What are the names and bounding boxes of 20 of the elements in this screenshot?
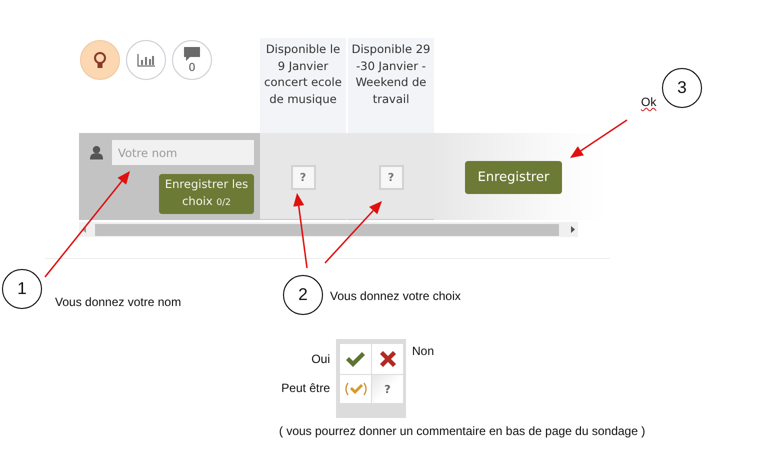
step-caption: Vous donnez votre nom bbox=[55, 295, 182, 309]
unknown-mark: ? bbox=[372, 375, 403, 403]
step-number: 1 bbox=[2, 269, 42, 309]
legend-label: Peut être bbox=[281, 381, 330, 395]
choice-button[interactable]: ? bbox=[290, 165, 316, 190]
legend-label: Oui bbox=[311, 352, 330, 366]
comment-count: 0 bbox=[188, 60, 196, 74]
step-caption: Vous donnez votre choix bbox=[330, 289, 461, 303]
column-label: Disponible 29 -30 Janvier - Weekend de travail bbox=[350, 41, 432, 108]
step-caption: Ok bbox=[641, 95, 656, 109]
comments-button[interactable]: 0 bbox=[172, 40, 212, 80]
choice-button[interactable]: ? bbox=[378, 165, 404, 190]
legend-note: ( vous pourrez donner un commentaire en bas de page du sondage ) bbox=[279, 424, 646, 438]
save-choices-button[interactable]: Enregistrer les choix 0/2 bbox=[159, 174, 254, 214]
name-field[interactable]: Votre nom bbox=[112, 140, 254, 165]
save-button[interactable]: Enregistrer bbox=[465, 161, 562, 194]
step-number: 2 bbox=[283, 275, 323, 315]
column-label: Disponible le 9 Janvier concert ecole de musique bbox=[263, 41, 343, 108]
step-number: 3 bbox=[662, 68, 702, 108]
legend-label: Non bbox=[412, 344, 434, 358]
